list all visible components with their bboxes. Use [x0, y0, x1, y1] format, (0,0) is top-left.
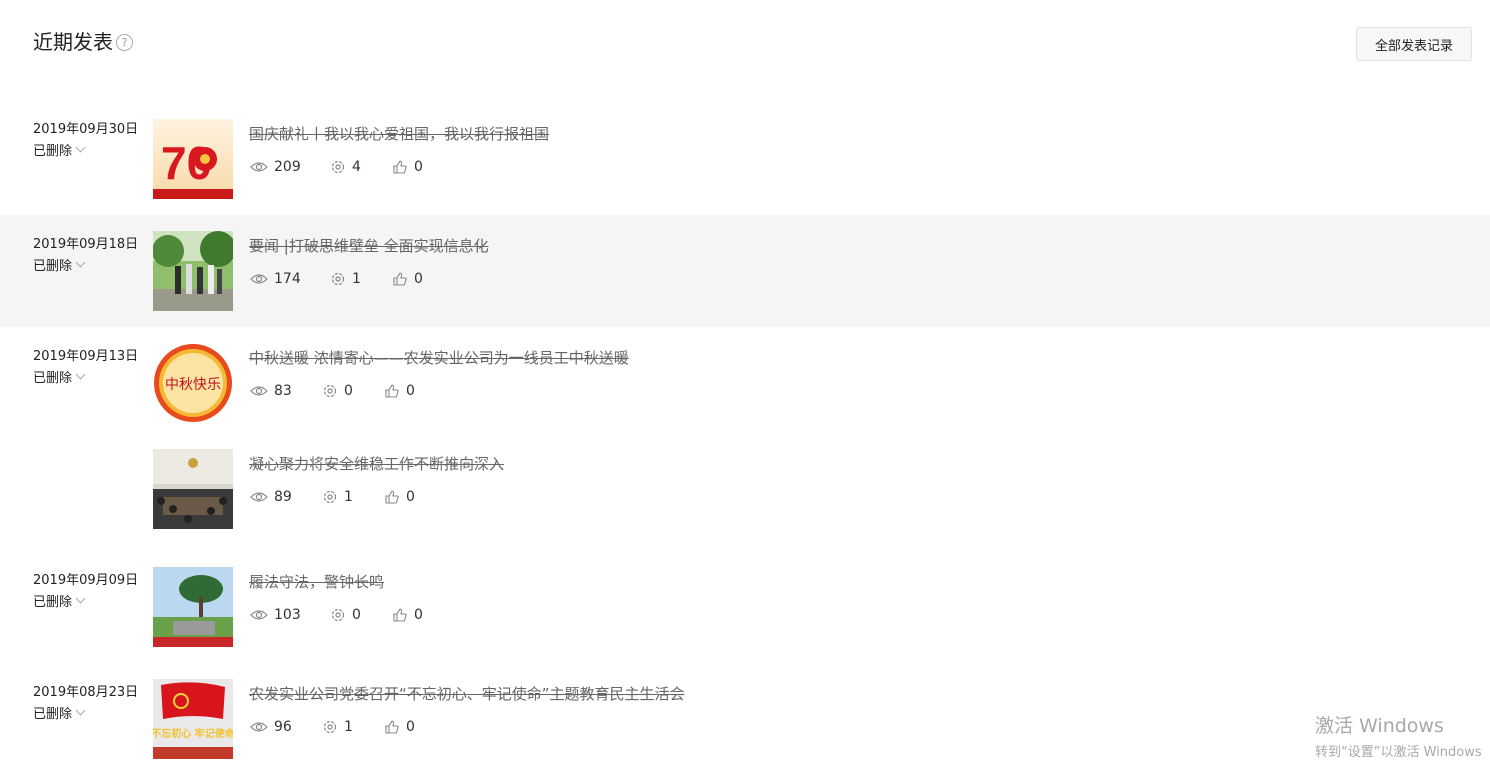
- share-gear-icon: [323, 384, 337, 398]
- view-count: 209: [250, 159, 330, 175]
- post-date: 2019年09月18日: [33, 237, 139, 252]
- post-stats: 174 1 0: [250, 271, 423, 287]
- chevron-down-icon: [75, 705, 86, 715]
- post-thumbnail[interactable]: [153, 567, 233, 647]
- post-title[interactable]: 要闻 |打破思维壁垒 全面实现信息化: [249, 235, 489, 256]
- thumbs-up-icon: [393, 272, 407, 286]
- post-row[interactable]: 2019年09月13日 已删除 中秋快乐 中秋送暖 浓情寄心——农发实业公司为一…: [0, 331, 1490, 443]
- like-count: 0: [392, 607, 423, 623]
- post-row[interactable]: 2019年09月30日 已删除 70 国庆献礼丨我以我心爱祖国，我以我行报祖国 …: [0, 107, 1490, 219]
- post-thumbnail[interactable]: 不忘初心 牢记使命: [153, 679, 233, 759]
- thumbs-up-icon: [393, 160, 407, 174]
- share-count: 1: [330, 271, 392, 287]
- post-status: 已删除: [33, 595, 73, 610]
- post-stats: 103 0 0: [250, 607, 423, 623]
- post-status-dropdown[interactable]: 已删除: [33, 703, 86, 722]
- post-status: 已删除: [33, 371, 73, 386]
- share-count: 4: [330, 159, 392, 175]
- like-count: 0: [384, 383, 415, 399]
- like-count: 0: [392, 271, 423, 287]
- eye-icon: [250, 274, 268, 284]
- post-thumbnail[interactable]: [153, 449, 233, 529]
- eye-icon: [250, 162, 268, 172]
- thumbs-up-icon: [385, 720, 399, 734]
- post-stats: 89 1 0: [250, 489, 415, 505]
- post-row[interactable]: 2019年09月09日 已删除 履法守法，警钟长鸣 103 0 0: [0, 555, 1490, 667]
- post-stats: 209 4 0: [250, 159, 423, 175]
- page-title: 近期发表: [33, 30, 113, 54]
- chevron-down-icon: [75, 257, 86, 267]
- view-count: 96: [250, 719, 322, 735]
- thumbs-up-icon: [385, 384, 399, 398]
- post-status: 已删除: [33, 144, 73, 159]
- thumbnail-text: 中秋快乐: [165, 377, 221, 393]
- post-title[interactable]: 国庆献礼丨我以我心爱祖国，我以我行报祖国: [249, 123, 549, 144]
- post-status-dropdown[interactable]: 已删除: [33, 591, 86, 610]
- thumbs-up-icon: [393, 608, 407, 622]
- all-posts-button[interactable]: 全部发表记录: [1356, 27, 1472, 61]
- post-row[interactable]: 2019年08月23日 已删除 不忘初心 牢记使命 农发实业公司党委召开“不忘初…: [0, 667, 1490, 779]
- post-row[interactable]: 2019年09月18日 已删除 要闻 |打破思维壁垒 全面实现信息化 174 1…: [0, 215, 1490, 327]
- watermark-line-2: 转到“设置”以激活 Windows: [1315, 745, 1482, 760]
- post-status: 已删除: [33, 259, 73, 274]
- eye-icon: [250, 722, 268, 732]
- view-count: 83: [250, 383, 322, 399]
- post-status-dropdown[interactable]: 已删除: [33, 140, 86, 159]
- post-thumbnail[interactable]: [153, 231, 233, 311]
- post-title[interactable]: 农发实业公司党委召开“不忘初心、牢记使命”主题教育民主生活会: [249, 683, 685, 704]
- view-count: 174: [250, 271, 330, 287]
- post-date: 2019年09月13日: [33, 349, 139, 364]
- eye-icon: [250, 492, 268, 502]
- share-count: 0: [330, 607, 392, 623]
- post-title[interactable]: 中秋送暖 浓情寄心——农发实业公司为一线员工中秋送暖: [249, 347, 629, 368]
- like-count: 0: [384, 719, 415, 735]
- watermark-line-1: 激活 Windows: [1315, 715, 1444, 737]
- share-gear-icon: [323, 490, 337, 504]
- share-gear-icon: [331, 160, 345, 174]
- share-count: 1: [322, 489, 384, 505]
- post-status-dropdown[interactable]: 已删除: [33, 255, 86, 274]
- post-thumbnail[interactable]: 70: [153, 119, 233, 199]
- eye-icon: [250, 386, 268, 396]
- post-stats: 96 1 0: [250, 719, 415, 735]
- thumbs-up-icon: [385, 490, 399, 504]
- post-date: 2019年09月30日: [33, 122, 139, 137]
- post-status: 已删除: [33, 707, 73, 722]
- post-date: 2019年08月23日: [33, 685, 139, 700]
- like-count: 0: [392, 159, 423, 175]
- chevron-down-icon: [75, 142, 86, 152]
- share-gear-icon: [331, 608, 345, 622]
- view-count: 89: [250, 489, 322, 505]
- post-title[interactable]: 履法守法，警钟长鸣: [249, 571, 384, 592]
- view-count: 103: [250, 607, 330, 623]
- windows-activation-watermark: 激活 Windows 转到“设置”以激活 Windows: [1315, 711, 1482, 760]
- chevron-down-icon: [75, 369, 86, 379]
- post-thumbnail[interactable]: 中秋快乐: [153, 343, 233, 423]
- chevron-down-icon: [75, 593, 86, 603]
- help-icon[interactable]: ?: [116, 33, 133, 51]
- like-count: 0: [384, 489, 415, 505]
- post-status-dropdown[interactable]: 已删除: [33, 367, 86, 386]
- page-header: 近期发表 ?: [33, 26, 133, 55]
- share-count: 0: [322, 383, 384, 399]
- share-gear-icon: [323, 720, 337, 734]
- eye-icon: [250, 610, 268, 620]
- post-row[interactable]: 凝心聚力将安全维稳工作不断推向深入 89 1 0: [0, 437, 1490, 549]
- thumbnail-text: 不忘初心 牢记使命: [153, 727, 233, 740]
- post-stats: 83 0 0: [250, 383, 415, 399]
- share-count: 1: [322, 719, 384, 735]
- post-title[interactable]: 凝心聚力将安全维稳工作不断推向深入: [249, 453, 504, 474]
- share-gear-icon: [331, 272, 345, 286]
- post-date: 2019年09月09日: [33, 573, 139, 588]
